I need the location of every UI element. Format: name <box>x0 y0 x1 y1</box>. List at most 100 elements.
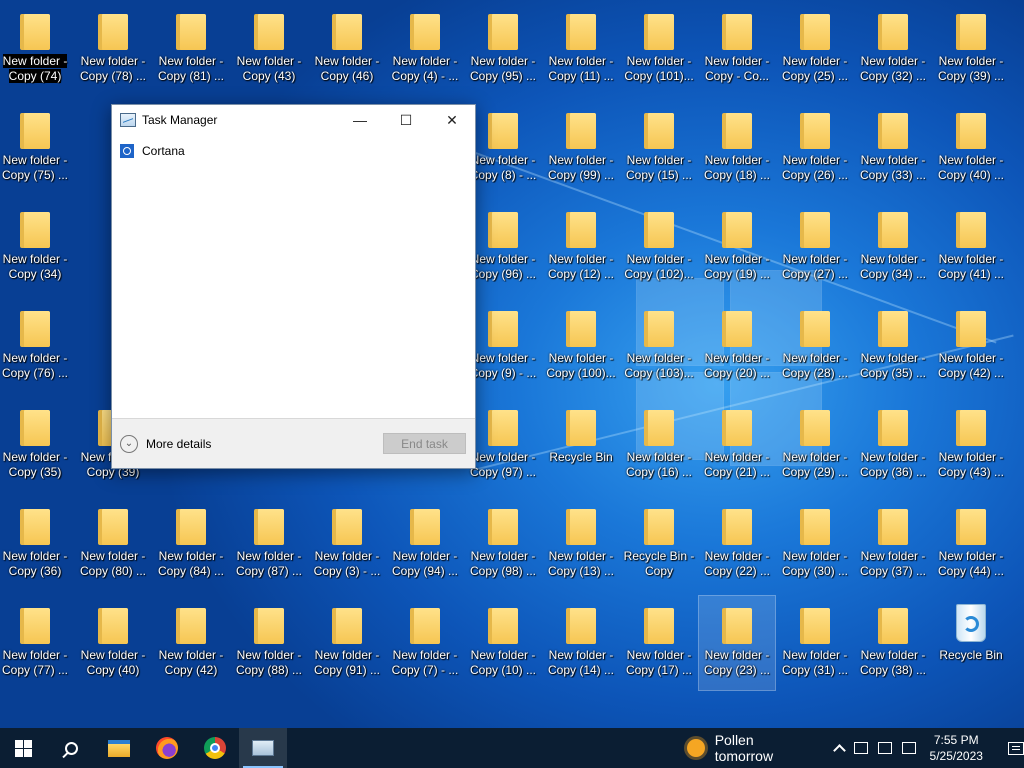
desktop-icon-folder[interactable]: New folder - Copy (42) ... <box>933 299 1009 393</box>
desktop-icon-folder[interactable]: New folder - Copy (4) - ... <box>387 2 463 96</box>
desktop-icon-folder[interactable]: New folder - Copy (81) ... <box>153 2 229 96</box>
tablet-icon[interactable] <box>854 742 869 754</box>
desktop-icon-folder[interactable]: New folder - Copy (29) ... <box>777 398 853 492</box>
network-icon[interactable] <box>878 742 893 754</box>
desktop-icon-folder[interactable]: New folder - Copy (32) ... <box>855 2 931 96</box>
desktop-icon-folder[interactable]: New folder - Copy (17) ... <box>621 596 697 690</box>
task-manager-taskbar-button[interactable] <box>238 728 287 768</box>
desktop-icon-folder[interactable]: New folder - Copy (3) - ... <box>309 497 385 591</box>
start-button[interactable] <box>0 728 48 768</box>
desktop-icon-folder[interactable]: New folder - Copy (13) ... <box>543 497 619 591</box>
desktop-icon-folder[interactable]: New folder - Copy (7) - ... <box>387 596 463 690</box>
desktop-icon-folder[interactable]: New folder - Copy (43) <box>231 2 307 96</box>
desktop-icon-folder[interactable]: New folder - Copy (11) ... <box>543 2 619 96</box>
task-manager-titlebar[interactable]: Task Manager — ☐ ✕ <box>112 105 475 135</box>
desktop-icon-recycle-bin[interactable]: Recycle Bin <box>933 596 1009 690</box>
desktop-icon-folder[interactable]: New folder - Copy (25) ... <box>777 2 853 96</box>
desktop-icon-folder[interactable]: New folder - Copy (102)... <box>621 200 697 294</box>
desktop-icon-folder[interactable]: New folder - Copy (10) ... <box>465 596 541 690</box>
search-button[interactable] <box>48 728 96 768</box>
desktop-icon-folder[interactable]: New folder - Copy (16) ... <box>621 398 697 492</box>
desktop-icon-folder[interactable]: New folder - Copy (21) ... <box>699 398 775 492</box>
desktop-icon-folder[interactable]: New folder - Copy (38) ... <box>855 596 931 690</box>
desktop-icon-folder[interactable]: New folder - Copy (97) ... <box>465 398 541 492</box>
desktop-icon-folder[interactable]: New folder - Copy (96) ... <box>465 200 541 294</box>
desktop-icon-folder[interactable]: New folder - Copy (40) ... <box>933 101 1009 195</box>
task-manager-icon <box>251 740 274 756</box>
desktop-icon-label: New folder - Copy (9) - ... <box>469 351 537 380</box>
desktop-icon-folder[interactable]: New folder - Copy (76) ... <box>0 299 73 393</box>
desktop-icon-folder[interactable]: New folder - Copy (28) ... <box>777 299 853 393</box>
desktop-icon-folder[interactable]: New folder - Copy (9) - ... <box>465 299 541 393</box>
close-button[interactable]: ✕ <box>429 105 475 135</box>
task-manager-window[interactable]: Task Manager — ☐ ✕ Cortana ⌄ More detail… <box>111 104 476 469</box>
desktop-icon-folder[interactable]: New folder - Copy (39) ... <box>933 2 1009 96</box>
desktop-icon-folder[interactable]: New folder - Copy (14) ... <box>543 596 619 690</box>
desktop-icon-folder[interactable]: New folder - Copy (103)... <box>621 299 697 393</box>
end-task-button[interactable]: End task <box>383 433 466 454</box>
desktop-icon-folder[interactable]: New folder - Copy (30) ... <box>777 497 853 591</box>
desktop-icon-folder[interactable]: New folder - Copy (8) - ... <box>465 101 541 195</box>
desktop-icon-folder[interactable]: New folder - Copy (95) ... <box>465 2 541 96</box>
chevron-up-icon[interactable] <box>833 744 847 757</box>
desktop-icon-folder[interactable]: New folder - Copy (26) ... <box>777 101 853 195</box>
notification-center-icon[interactable] <box>1008 741 1024 755</box>
desktop-icon-folder[interactable]: New folder - Copy (41) ... <box>933 200 1009 294</box>
weather-widget[interactable]: Pollen tomorrow <box>686 728 816 768</box>
desktop-icon-folder[interactable]: New folder - Copy (34) ... <box>855 200 931 294</box>
desktop-icon-folder[interactable]: New folder - Copy (87) ... <box>231 497 307 591</box>
maximize-button[interactable]: ☐ <box>383 105 429 135</box>
desktop-icon-folder[interactable]: New folder - Copy (20) ... <box>699 299 775 393</box>
desktop-icon-folder[interactable]: New folder - Copy (94) ... <box>387 497 463 591</box>
desktop-icon-folder[interactable]: New folder - Copy (40) <box>75 596 151 690</box>
desktop-icon-folder[interactable]: New folder - Copy (80) ... <box>75 497 151 591</box>
desktop-icon-recycle-bin[interactable]: Recycle Bin - Copy <box>621 497 697 591</box>
desktop-icon-folder[interactable]: New folder - Copy (27) ... <box>777 200 853 294</box>
speaker-muted-icon[interactable] <box>902 742 917 754</box>
desktop-icon-folder[interactable]: New folder - Copy (22) ... <box>699 497 775 591</box>
desktop-icon-folder[interactable]: New folder - Copy (42) <box>153 596 229 690</box>
process-list[interactable]: Cortana <box>112 135 475 420</box>
desktop-icon-folder[interactable]: New folder - Copy (36) <box>0 497 73 591</box>
desktop-icon-folder[interactable]: New folder - Copy (98) ... <box>465 497 541 591</box>
desktop-icon-folder[interactable]: New folder - Copy (35) ... <box>855 299 931 393</box>
desktop-icon-folder[interactable]: New folder - Copy (101)... <box>621 2 697 96</box>
desktop-icon-folder[interactable]: New folder - Copy (91) ... <box>309 596 385 690</box>
desktop-icon-folder[interactable]: New folder - Copy (43) ... <box>933 398 1009 492</box>
desktop-icon-label: New folder - Copy (40) ... <box>937 153 1005 182</box>
desktop-icon-folder[interactable]: New folder - Copy (19) ... <box>699 200 775 294</box>
desktop-icon-folder[interactable]: New folder - Copy (75) ... <box>0 101 73 195</box>
desktop-icon-folder[interactable]: New folder - Copy - Co... <box>699 2 775 96</box>
desktop-icon-folder[interactable]: New folder - Copy (31) ... <box>777 596 853 690</box>
desktop-icon-folder[interactable]: New folder - Copy (23) ... <box>698 595 776 691</box>
minimize-button[interactable]: — <box>337 105 383 135</box>
desktop-icon-folder[interactable]: New folder - Copy (44) ... <box>933 497 1009 591</box>
process-row-cortana[interactable]: Cortana <box>120 141 475 161</box>
desktop-icon-folder[interactable]: New folder - Copy (33) ... <box>855 101 931 195</box>
file-explorer-button[interactable] <box>96 728 144 768</box>
desktop-icon-recycle-bin[interactable]: Recycle Bin <box>543 398 619 492</box>
desktop-icon-folder[interactable]: New folder - Copy (15) ... <box>621 101 697 195</box>
desktop-icon-folder[interactable]: New folder - Copy (12) ... <box>543 200 619 294</box>
folder-icon <box>800 14 830 50</box>
firefox-button[interactable] <box>143 728 191 768</box>
desktop-icon-folder[interactable]: New folder - Copy (37) ... <box>855 497 931 591</box>
desktop-icon-label: New folder - Copy (102)... <box>624 252 694 281</box>
desktop-icon-folder[interactable]: New folder - Copy (100)... <box>543 299 619 393</box>
desktop-icon-folder[interactable]: New folder - Copy (99) ... <box>543 101 619 195</box>
desktop-icon-folder[interactable]: New folder - Copy (35) <box>0 398 73 492</box>
clock[interactable]: 7:55 PM 5/25/2023 <box>924 732 988 764</box>
chrome-button[interactable] <box>191 728 239 768</box>
desktop-icon-folder[interactable]: New folder - Copy (88) ... <box>231 596 307 690</box>
desktop-icon-folder[interactable]: New folder - Copy (84) ... <box>153 497 229 591</box>
desktop-icon-folder[interactable]: New folder - Copy (46) <box>309 2 385 96</box>
chevron-down-icon[interactable]: ⌄ <box>120 434 138 453</box>
desktop-icon-folder[interactable]: New folder - Copy (74) <box>0 2 73 96</box>
desktop-icon-folder[interactable]: New folder - Copy (18) ... <box>699 101 775 195</box>
more-details-link[interactable]: More details <box>146 437 383 451</box>
desktop-icon-folder[interactable]: New folder - Copy (36) ... <box>855 398 931 492</box>
desktop-icon-folder[interactable]: New folder - Copy (78) ... <box>75 2 151 96</box>
desktop-icon-folder[interactable]: New folder - Copy (77) ... <box>0 596 73 690</box>
desktop-icon-folder[interactable]: New folder - Copy (34) <box>0 200 73 294</box>
desktop-icon-label: New folder - Copy (38) ... <box>859 648 927 677</box>
